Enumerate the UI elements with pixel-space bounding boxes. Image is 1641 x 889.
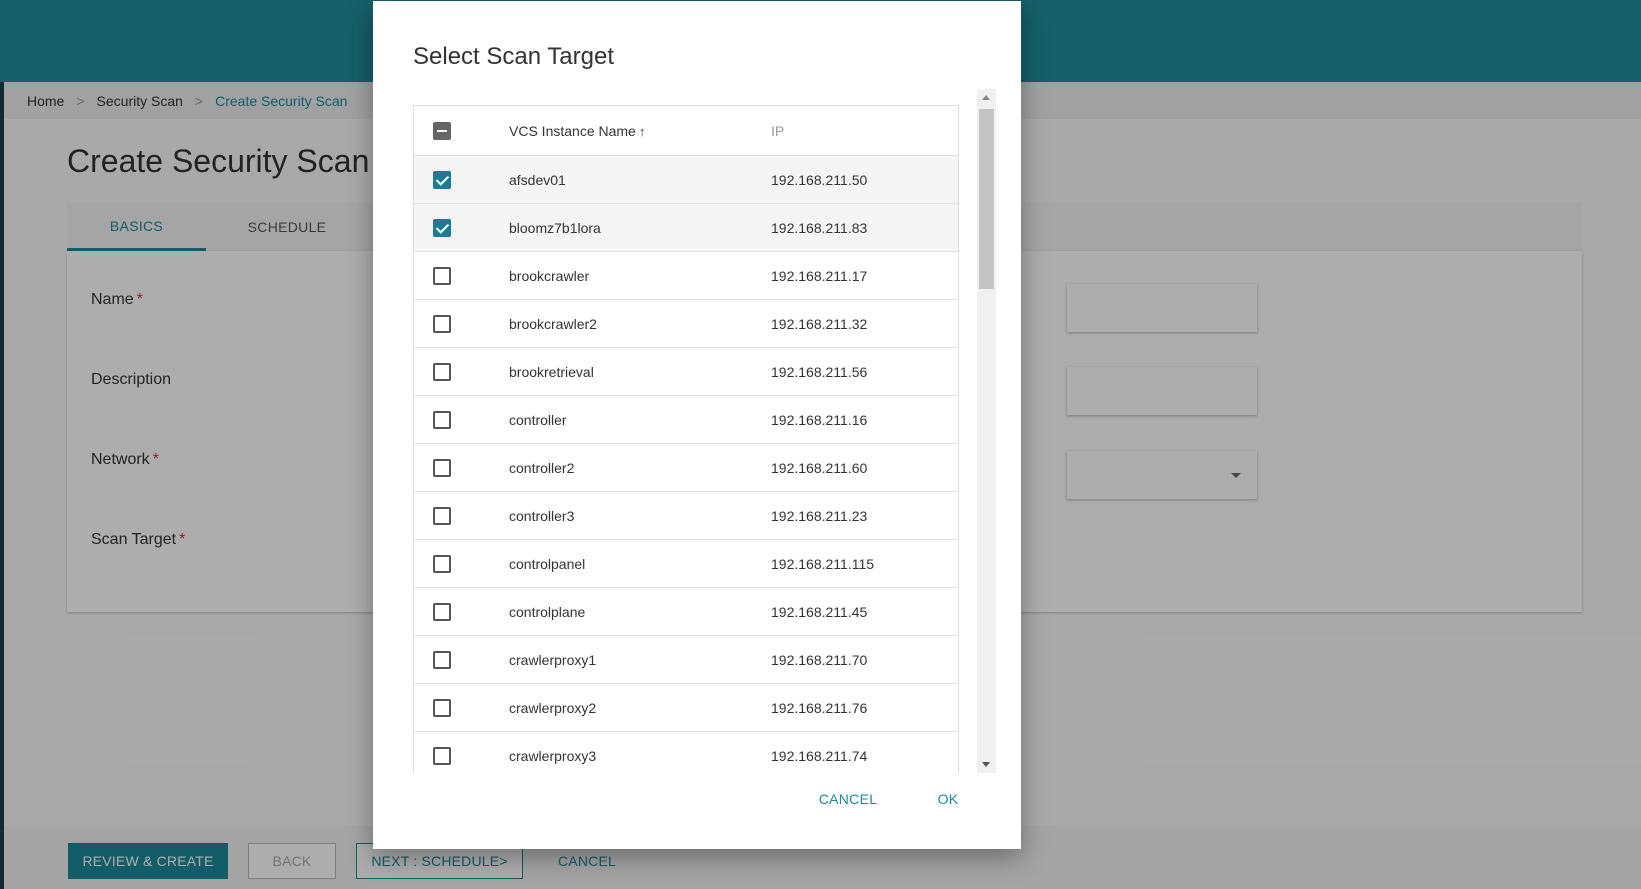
instance-name: controller [509,411,567,428]
table-row[interactable]: crawlerproxy2 192.168.211.76 [414,684,958,732]
row-checkbox[interactable] [433,506,451,525]
sort-arrow-up-icon: ↑ [638,123,646,139]
dialog-title: Select Scan Target [413,43,615,70]
table-row[interactable]: crawlerproxy1 192.168.211.70 [414,636,958,684]
instance-ip: 192.168.211.16 [771,411,868,428]
table-row[interactable]: controlplane 192.168.211.45 [414,588,958,636]
row-checkbox[interactable] [433,602,451,621]
instance-ip: 192.168.211.115 [771,555,875,572]
column-header-name[interactable]: VCS Instance Name ↑ [509,123,771,139]
column-header-ip[interactable]: IP [771,123,784,139]
instance-ip: 192.168.211.50 [771,171,868,188]
row-checkbox[interactable] [433,698,451,717]
instance-name: controller2 [509,459,575,476]
instance-name: brookcrawler2 [509,315,597,332]
instance-name: bloomz7b1lora [509,219,601,236]
instance-name: crawlerproxy2 [509,699,597,716]
table-row[interactable]: afsdev01 192.168.211.50 [414,156,958,204]
table-row[interactable]: controller2 192.168.211.60 [414,444,958,492]
instance-name: controlplane [509,603,586,620]
table-row[interactable]: brookcrawler 192.168.211.17 [414,252,958,300]
table-row[interactable]: crawlerproxy3 192.168.211.74 [414,732,958,773]
table-row[interactable]: bloomz7b1lora 192.168.211.83 [414,204,958,252]
table-row[interactable]: controller3 192.168.211.23 [414,492,958,540]
row-checkbox[interactable] [433,650,451,669]
instance-name: controller3 [509,507,575,524]
instance-ip: 192.168.211.70 [771,651,868,668]
instance-ip: 192.168.211.83 [771,219,868,236]
row-checkbox[interactable] [433,458,451,477]
instance-name: brookretrieval [509,363,594,380]
instance-ip: 192.168.211.56 [771,363,868,380]
select-scan-target-dialog: Select Scan Target VCS Instance Name ↑ IP… [373,1,1021,849]
row-checkbox[interactable] [433,362,451,381]
instance-ip: 192.168.211.74 [771,747,868,764]
row-checkbox[interactable] [433,218,451,237]
row-checkbox[interactable] [433,266,451,285]
table-row[interactable]: controlpanel 192.168.211.115 [414,540,958,588]
instance-name: crawlerproxy3 [509,747,597,764]
table-row[interactable]: controller 192.168.211.16 [414,396,958,444]
row-checkbox[interactable] [433,410,451,429]
row-checkbox[interactable] [433,554,451,573]
row-checkbox[interactable] [433,746,451,765]
select-all-checkbox[interactable] [433,121,451,140]
scan-target-table: VCS Instance Name ↑ IP afsdev01 192.168.21… [413,105,959,773]
instance-ip: 192.168.211.23 [771,507,868,524]
table-header: VCS Instance Name ↑ IP [414,106,958,156]
instance-name: crawlerproxy1 [509,651,597,668]
instance-ip: 192.168.211.17 [771,267,868,284]
scrollbar-thumb[interactable] [979,109,994,289]
row-checkbox[interactable] [433,170,451,189]
instance-name: brookcrawler [509,267,590,284]
row-checkbox[interactable] [433,314,451,333]
scroll-up-arrow-icon[interactable] [982,95,990,100]
instance-name: afsdev01 [509,171,566,188]
table-row[interactable]: brookcrawler2 192.168.211.32 [414,300,958,348]
scroll-down-arrow-icon[interactable] [982,762,990,767]
instance-ip: 192.168.211.45 [771,603,868,620]
table-scrollbar[interactable] [977,89,996,773]
dialog-cancel-button[interactable]: CANCEL [808,781,888,817]
instance-ip: 192.168.211.32 [771,315,868,332]
instance-ip: 192.168.211.60 [771,459,868,476]
table-row[interactable]: brookretrieval 192.168.211.56 [414,348,958,396]
instance-name: controlpanel [509,555,586,572]
dialog-ok-button[interactable]: OK [923,781,973,817]
instance-ip: 192.168.211.76 [771,699,868,716]
